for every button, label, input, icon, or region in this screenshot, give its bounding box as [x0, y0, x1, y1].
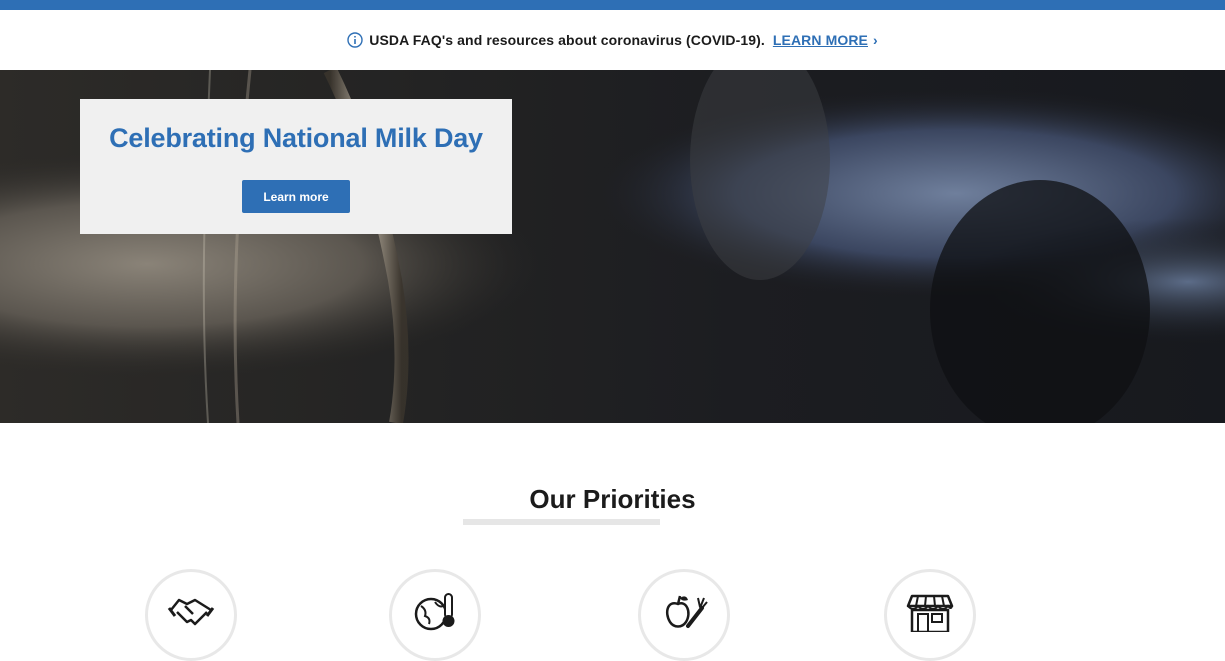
priority-climate-button[interactable] — [389, 569, 481, 661]
learn-more-button[interactable]: Learn more — [242, 180, 350, 213]
learn-more-link[interactable]: LEARN MORE — [773, 32, 868, 48]
apple-carrot-icon — [666, 595, 708, 628]
storefront-icon — [906, 594, 954, 632]
priority-trade-button[interactable] — [145, 569, 237, 661]
handshake-icon — [167, 598, 215, 626]
hero-banner: Celebrating National Milk Day Learn more — [0, 70, 1225, 423]
priority-nutrition-button[interactable] — [638, 569, 730, 661]
globe-thermometer-icon — [414, 593, 455, 631]
hero-feature-card: Celebrating National Milk Day Learn more — [80, 99, 512, 234]
hero-title: Celebrating National Milk Day — [109, 123, 483, 153]
chevron-right-icon: › — [873, 32, 878, 48]
priorities-heading: Our Priorities — [529, 484, 696, 514]
top-accent-bar — [0, 0, 1225, 10]
covid-alert-banner: USDA FAQ's and resources about coronavir… — [0, 10, 1225, 70]
priority-rural-business-button[interactable] — [884, 569, 976, 661]
heading-underline — [463, 519, 660, 525]
info-icon — [347, 32, 363, 48]
alert-text: USDA FAQ's and resources about coronavir… — [369, 32, 765, 48]
